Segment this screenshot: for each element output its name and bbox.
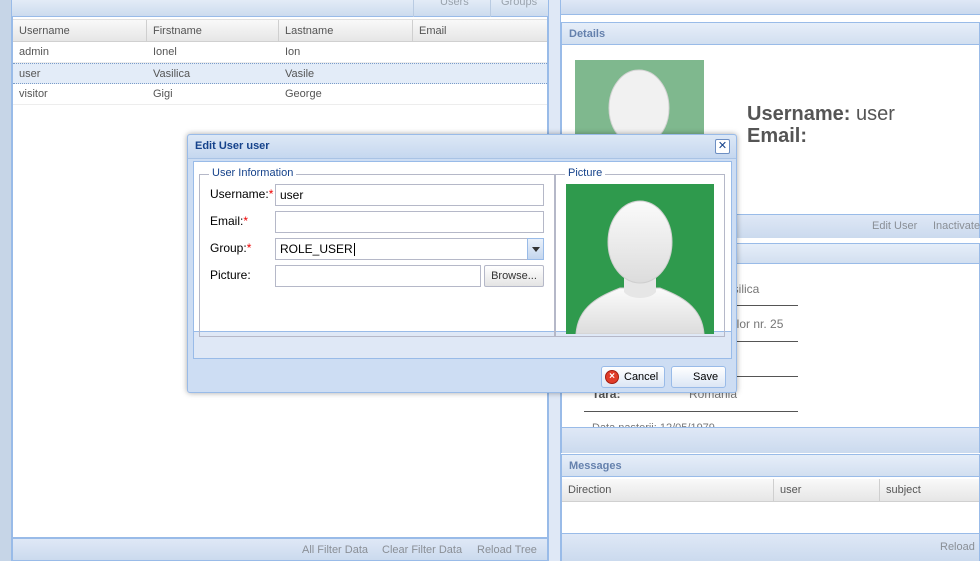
username-label: Username:*: [210, 187, 274, 201]
table-row[interactable]: admin Ionel Ion: [13, 42, 547, 63]
details-username: Username: user: [747, 103, 895, 126]
tab-separator: [490, 0, 491, 17]
details-username-value: user: [855, 103, 895, 125]
user-info-toolbar: [562, 427, 979, 453]
cancel-button-label: Cancel: [624, 371, 659, 383]
east-top-bar: [561, 0, 980, 15]
cell-firstname: Ionel: [153, 46, 177, 58]
group-combobox-value: ROLE_USER: [280, 242, 353, 256]
table-row[interactable]: visitor Gigi George: [13, 84, 547, 105]
messages-title: Messages: [562, 455, 979, 477]
tab-separator: [413, 0, 414, 17]
cell-username: admin: [19, 46, 49, 58]
picture-file-field[interactable]: [275, 265, 481, 287]
cell-username: visitor: [19, 88, 48, 100]
edit-user-dialog: Edit User user ✕ User Information Userna…: [187, 134, 737, 393]
messages-grid-header: Direction user subject: [562, 479, 979, 502]
tab-groups[interactable]: Groups: [501, 0, 537, 8]
column-header-direction[interactable]: Direction: [562, 479, 774, 501]
dialog-header[interactable]: Edit User user ✕: [188, 135, 736, 159]
column-header-username[interactable]: Username: [13, 20, 147, 42]
info-address-value: elor nr. 25: [730, 317, 784, 331]
dialog-body: User Information Username:* user Email:*…: [193, 161, 732, 359]
browse-button[interactable]: Browse...: [484, 265, 544, 287]
cell-email: [413, 64, 419, 84]
reload-messages-button[interactable]: Reload: [940, 541, 975, 553]
details-email: Email:: [747, 125, 807, 148]
user-information-legend: User Information: [209, 167, 297, 179]
email-field[interactable]: [275, 211, 544, 233]
form-area: User Information Username:* user Email:*…: [194, 162, 731, 337]
cell-lastname: Vasile: [285, 68, 315, 80]
picture-label: Picture:: [210, 268, 251, 282]
save-button-label: Save: [693, 371, 719, 383]
cell-email: [413, 42, 419, 62]
column-header-lastname[interactable]: Lastname: [279, 20, 413, 42]
required-marker: *: [246, 241, 252, 255]
user-picture: [566, 184, 714, 334]
messages-toolbar: Reload: [562, 533, 979, 561]
cancel-button[interactable]: × Cancel: [601, 366, 665, 388]
column-header-firstname[interactable]: Firstname: [147, 20, 279, 42]
required-marker: *: [243, 214, 249, 228]
top-tab-strip: Users Groups: [12, 0, 548, 17]
cell-firstname: Vasilica: [153, 68, 191, 80]
email-label: Email:*: [210, 214, 249, 228]
messages-panel: Messages Direction user subject Reload: [561, 454, 980, 561]
picture-fieldset: Picture: [555, 167, 725, 337]
column-header-user[interactable]: user: [774, 479, 880, 501]
west-collapsed-strip: [0, 0, 12, 561]
user-information-fieldset: User Information Username:* user Email:*…: [199, 167, 555, 337]
text-caret: [353, 243, 355, 257]
clear-filter-data-button[interactable]: Clear Filter Data: [382, 544, 462, 556]
picture-legend: Picture: [565, 167, 606, 179]
all-filter-data-button[interactable]: All Filter Data: [302, 544, 368, 556]
save-button[interactable]: Save: [671, 366, 726, 388]
cell-username: user: [19, 68, 41, 80]
cell-lastname: Ion: [285, 46, 301, 58]
user-silhouette-icon: [575, 200, 705, 334]
group-combobox[interactable]: ROLE_USER: [275, 238, 544, 260]
required-marker: *: [268, 187, 274, 201]
cancel-icon: ×: [605, 370, 619, 384]
users-grid-header: Username Firstname Lastname Email: [13, 19, 547, 42]
details-username-label: Username:: [747, 103, 851, 125]
dialog-title: Edit User user: [195, 140, 270, 152]
details-email-label: Email:: [747, 125, 808, 147]
close-icon[interactable]: ✕: [715, 139, 730, 154]
group-label: Group:*: [210, 241, 252, 255]
username-field[interactable]: user: [275, 184, 544, 206]
inactivate-button[interactable]: Inactivate: [933, 220, 980, 232]
cell-lastname: George: [285, 88, 322, 100]
edit-user-button[interactable]: Edit User: [872, 220, 917, 232]
info-divider: [584, 411, 798, 412]
cell-email: [413, 84, 419, 104]
column-header-subject[interactable]: subject: [880, 479, 979, 501]
chevron-down-icon[interactable]: [527, 238, 544, 260]
reload-tree-button[interactable]: Reload Tree: [477, 544, 537, 556]
details-title: Details: [562, 23, 979, 45]
column-header-email[interactable]: Email: [413, 20, 547, 42]
table-row-selected[interactable]: user Vasilica Vasile: [13, 63, 547, 84]
cell-firstname: Gigi: [153, 88, 173, 100]
users-grid-toolbar: All Filter Data Clear Filter Data Reload…: [12, 538, 548, 561]
tab-users[interactable]: Users: [440, 0, 469, 8]
